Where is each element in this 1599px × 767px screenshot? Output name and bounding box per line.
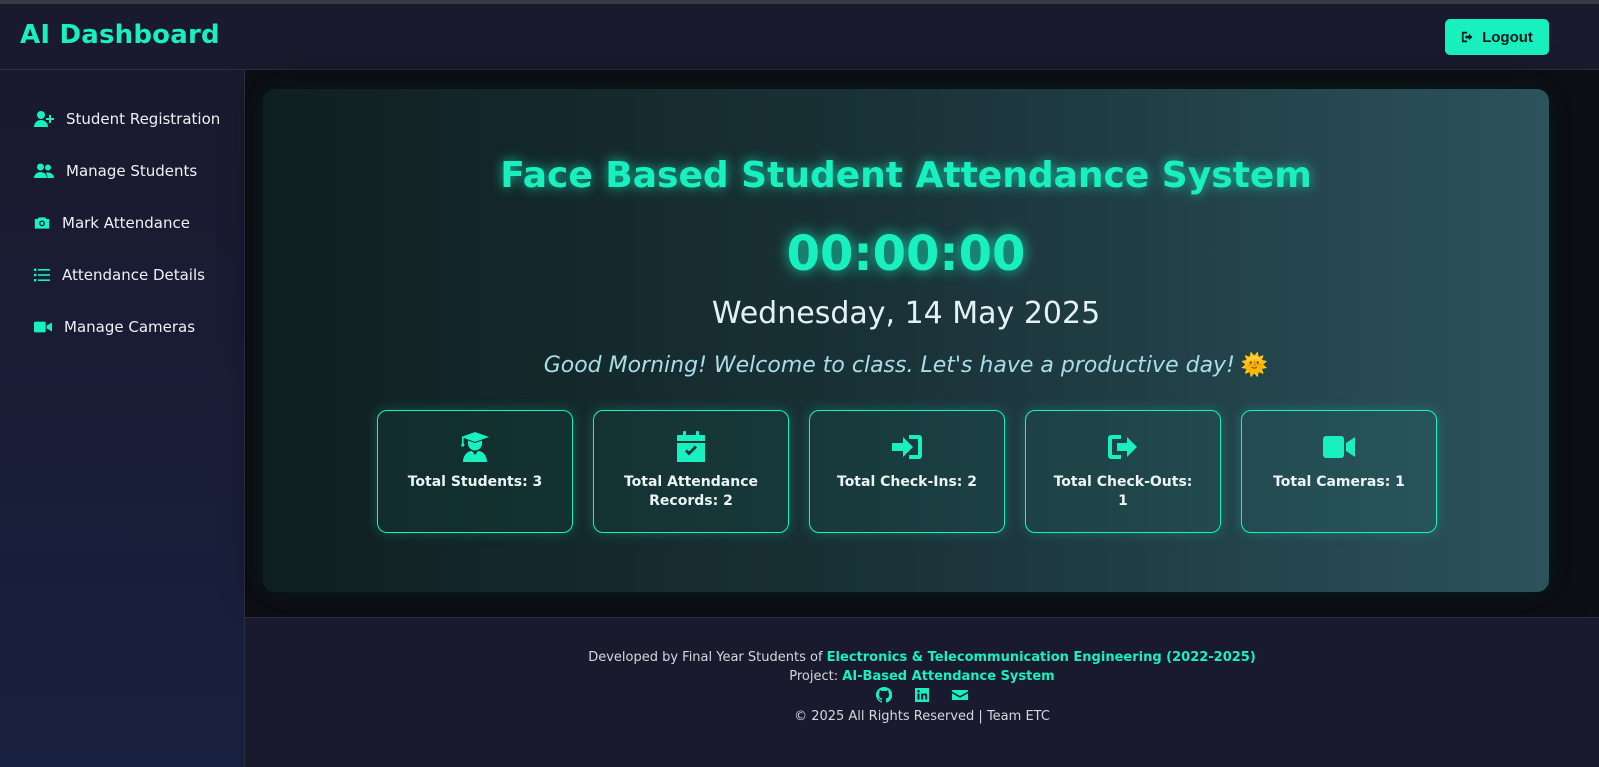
sidebar-item-label: Manage Cameras [64, 318, 196, 336]
sign-out-icon [1108, 435, 1137, 459]
calendar-check-icon [677, 431, 705, 462]
logout-label: Logout [1482, 28, 1533, 46]
github-link[interactable] [876, 687, 892, 703]
sun-face-icon: 🌞 [1240, 353, 1269, 378]
stat-label: Total Attendance Records: 2 [623, 474, 759, 509]
sidebar-item-label: Manage Students [66, 162, 198, 180]
list-icon [34, 268, 50, 282]
stat-card-total-check-ins: Total Check-Ins: 2 [809, 410, 1005, 533]
stat-label: Total Students: 3 [407, 474, 543, 490]
linkedin-icon [915, 688, 929, 702]
stat-card-total-attendance-records: Total Attendance Records: 2 [593, 410, 789, 533]
stats-row: Total Students: 3 Total Attendance Recor… [377, 410, 1437, 533]
envelope-icon [952, 690, 968, 700]
top-header: AI Dashboard Logout [0, 4, 1599, 70]
footer-developer-line: Developed by Final Year Students of Elec… [245, 650, 1599, 665]
video-icon [34, 321, 52, 333]
stat-card-total-cameras: Total Cameras: 1 [1241, 410, 1437, 533]
logout-button[interactable]: Logout [1445, 19, 1549, 55]
users-icon [34, 163, 54, 178]
greeting-message: Good Morning! Welcome to class. Let's ha… [263, 353, 1549, 378]
footer-project-prefix: Project: [789, 669, 839, 684]
stat-label: Total Cameras: 1 [1273, 474, 1405, 490]
sign-in-icon [892, 435, 922, 459]
video-icon [1323, 436, 1355, 458]
github-icon [876, 687, 892, 703]
stat-label: Total Check-Ins: 2 [837, 474, 977, 490]
linkedin-link[interactable] [914, 687, 930, 703]
footer-copyright: © 2025 All Rights Reserved | Team ETC [794, 709, 1050, 724]
sidebar: Student Registration Manage Students Mar… [0, 70, 245, 767]
footer-social-links [245, 687, 1599, 703]
sidebar-item-manage-students[interactable]: Manage Students [34, 160, 197, 182]
sidebar-item-attendance-details[interactable]: Attendance Details [34, 264, 205, 286]
camera-icon [34, 217, 50, 229]
sidebar-item-student-registration[interactable]: Student Registration [34, 108, 220, 130]
footer-project-name: AI-Based Attendance System [842, 669, 1055, 684]
brand-title: AI Dashboard [20, 20, 220, 50]
sidebar-item-mark-attendance[interactable]: Mark Attendance [34, 212, 190, 234]
stat-card-total-check-outs: Total Check-Outs: 1 [1025, 410, 1221, 533]
stat-label: Total Check-Outs: 1 [1053, 474, 1193, 509]
live-clock: 00:00:00 [786, 226, 1026, 282]
page-footer: Developed by Final Year Students of Elec… [245, 617, 1599, 767]
sidebar-item-label: Student Registration [66, 110, 221, 128]
sidebar-item-label: Mark Attendance [62, 214, 190, 232]
greeting-text: Good Morning! Welcome to class. Let's ha… [543, 353, 1235, 378]
footer-project-line: Project: AI-Based Attendance System [245, 669, 1599, 684]
graduate-icon [461, 432, 489, 462]
page-title: Face Based Student Attendance System [500, 155, 1312, 196]
stat-card-total-students: Total Students: 3 [377, 410, 573, 533]
sidebar-item-label: Attendance Details [62, 266, 205, 284]
user-plus-icon [34, 111, 54, 127]
current-date: Wednesday, 14 May 2025 [711, 296, 1101, 331]
email-link[interactable] [952, 687, 968, 703]
sidebar-item-manage-cameras[interactable]: Manage Cameras [34, 316, 195, 338]
footer-dept: Electronics & Telecommunication Engineer… [826, 650, 1256, 665]
sign-out-icon [1461, 31, 1473, 43]
welcome-panel: Face Based Student Attendance System 00:… [263, 89, 1549, 592]
footer-dev-prefix: Developed by Final Year Students of [588, 650, 823, 665]
main-content: Face Based Student Attendance System 00:… [245, 70, 1599, 617]
